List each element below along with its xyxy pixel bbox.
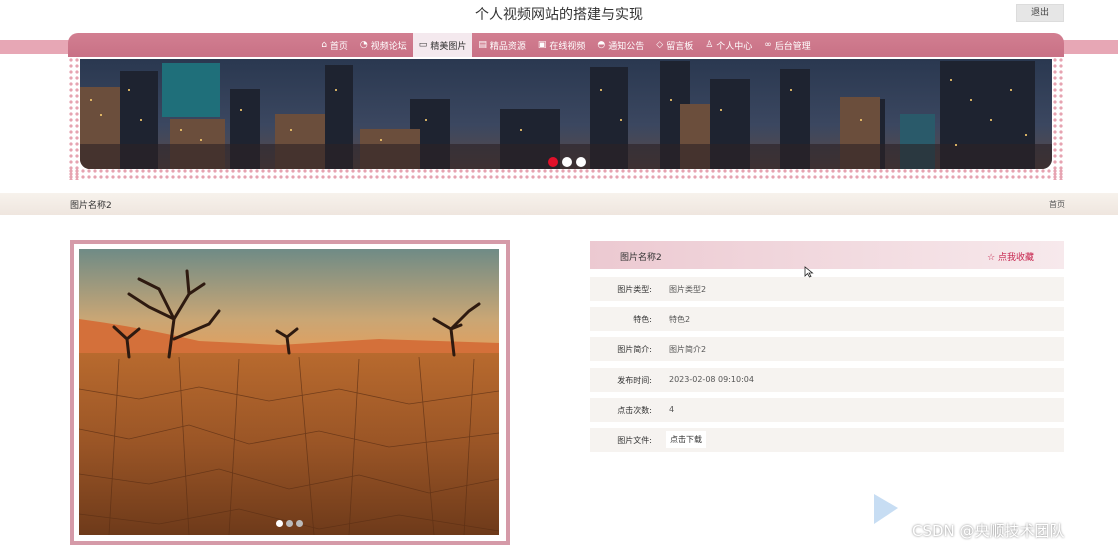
nav-item-label: 精美图片 (430, 42, 467, 52)
page-title: 图片名称2 (70, 201, 112, 211)
picture-frame (70, 240, 510, 545)
detail-title: 图片名称2 (620, 253, 662, 263)
nav-item-user-center[interactable]: ♙ 个人中心 (699, 33, 758, 58)
nav-item-label: 视频论坛 (370, 42, 407, 52)
forum-icon: ◔ (359, 40, 368, 50)
picture-dots (79, 520, 499, 527)
nav-item-label: 在线视频 (549, 42, 586, 52)
desert-image (79, 249, 499, 535)
favorite-button[interactable]: ☆ 点我收藏 (987, 250, 1034, 263)
nav-item-label: 首页 (329, 42, 348, 52)
detail-row-intro: 图片简介: 图片简介2 (590, 337, 1064, 361)
site-title: 个人视频网站的搭建与实现 (475, 7, 643, 23)
resource-icon: ▤ (478, 40, 487, 50)
detail-row-feature: 特色: 特色2 (590, 307, 1064, 331)
detail-row-click-count: 点击次数: 4 (590, 398, 1064, 422)
notice-icon: ◓ (597, 40, 606, 50)
nav-item-forum[interactable]: ◔ 视频论坛 (354, 33, 413, 58)
row-label: 特色: (633, 315, 652, 324)
nav-item-pictures[interactable]: ▭ 精美图片 (412, 33, 473, 58)
nav-item-message-board[interactable]: ◇ 留言板 (650, 33, 699, 58)
banner-image[interactable] (80, 59, 1052, 169)
picture-image[interactable] (79, 249, 499, 535)
nav-item-admin[interactable]: ∞ 后台管理 (758, 33, 817, 58)
main-nav: ⌂ 首页 ◔ 视频论坛 ▭ 精美图片 ▤ 精品资源 ▣ 在线视频 ◓ 通知公告 ◇ 留言板 ♙… (68, 33, 1064, 58)
logout-button[interactable]: 退出 (1016, 4, 1064, 22)
breadcrumb-home-link[interactable]: 首页 (1049, 199, 1065, 210)
row-value: 图片类型2 (669, 285, 707, 294)
row-label: 图片简介: (617, 345, 652, 354)
tag-icon: ◇ (656, 40, 664, 50)
nav-item-label: 精品资源 (489, 42, 526, 52)
user-icon: ♙ (705, 40, 714, 50)
nav-item-online-video[interactable]: ▣ 在线视频 (532, 33, 592, 58)
city-skyline-image (80, 59, 1052, 169)
nav-item-label: 通知公告 (608, 42, 645, 52)
detail-row-publish-time: 发布时间: 2023-02-08 09:10:04 (590, 368, 1064, 392)
breadcrumb: 图片名称2 首页 (0, 193, 1118, 215)
watermark-text: CSDN @央顺技术团队 (912, 522, 1065, 540)
link-icon: ∞ (764, 40, 772, 50)
home-icon: ⌂ (321, 40, 327, 50)
banner-dot-3[interactable] (576, 157, 586, 167)
row-label: 发布时间: (617, 376, 652, 385)
image-icon: ▭ (418, 40, 428, 50)
row-value: 图片简介2 (669, 345, 707, 354)
nav-item-notices[interactable]: ◓ 通知公告 (591, 33, 650, 58)
picture-dot-1[interactable] (275, 520, 283, 527)
row-label: 点击次数: (617, 406, 652, 415)
download-button[interactable]: 点击下载 (666, 431, 706, 448)
row-value: 4 (669, 405, 675, 414)
picture-dot-2[interactable] (285, 520, 293, 527)
nav-item-label: 个人中心 (716, 42, 753, 52)
mouse-cursor-icon (804, 266, 814, 278)
detail-header: 图片名称2 ☆ 点我收藏 (590, 241, 1064, 269)
nav-item-home[interactable]: ⌂ 首页 (315, 33, 354, 58)
nav-item-label: 后台管理 (774, 42, 811, 52)
banner-carousel (68, 57, 1064, 180)
banner-border-right (1052, 57, 1064, 180)
nav-item-label: 留言板 (666, 42, 694, 52)
row-label: 图片类型: (617, 285, 652, 294)
nav-item-resources[interactable]: ▤ 精品资源 (472, 33, 532, 58)
banner-border-bottom (68, 168, 1064, 180)
detail-row-type: 图片类型: 图片类型2 (590, 277, 1064, 301)
video-icon: ▣ (537, 40, 547, 50)
banner-dot-1[interactable] (548, 157, 558, 167)
banner-dot-2[interactable] (562, 157, 572, 167)
row-label: 图片文件: (617, 436, 652, 445)
row-value: 特色2 (669, 315, 691, 324)
row-value: 2023-02-08 09:10:04 (669, 375, 754, 384)
watermark-logo-icon (874, 494, 898, 524)
banner-border-left (68, 57, 80, 180)
detail-row-file: 图片文件: 点击下载 (590, 428, 1064, 452)
picture-dot-3[interactable] (295, 520, 303, 527)
